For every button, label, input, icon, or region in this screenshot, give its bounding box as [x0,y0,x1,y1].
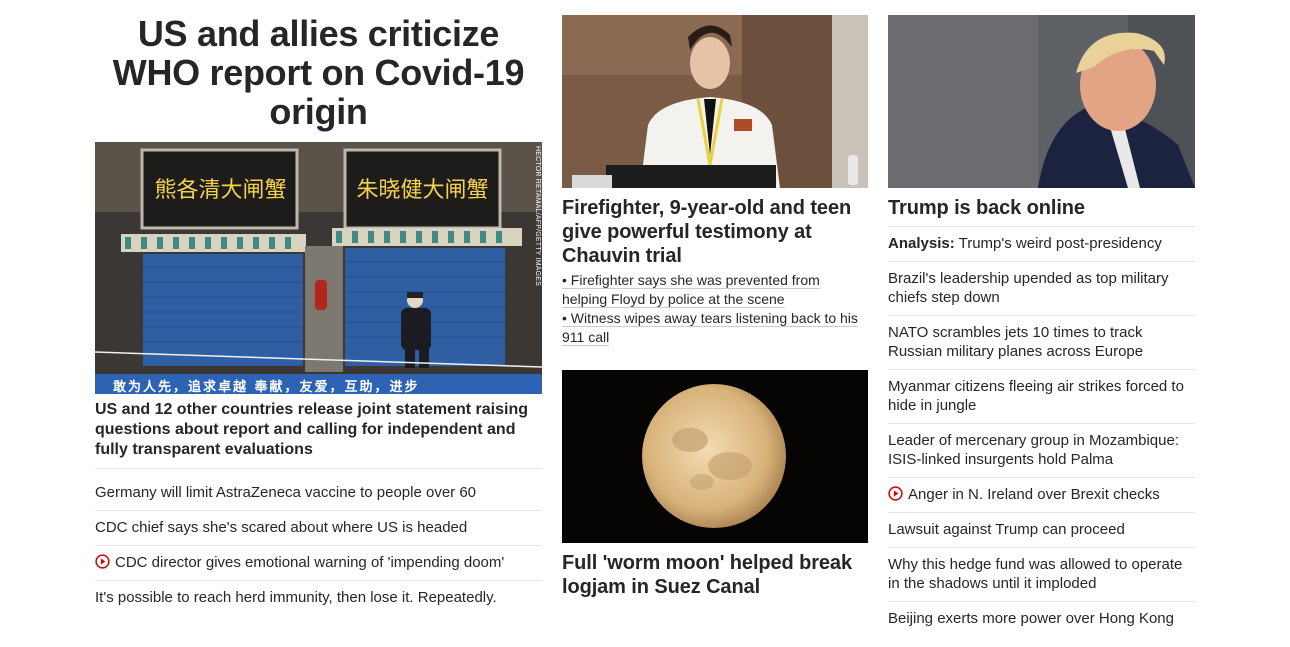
firefighter-headline[interactable]: Firefighter, 9-year-old and teen give po… [562,196,868,268]
firefighter-testimony-image[interactable] [562,15,868,188]
right-headlines-list: Analysis: Trump's weird post-presidency … [888,227,1195,636]
bullet-text[interactable]: • Firefighter says she was prevented fro… [562,272,820,308]
list-item[interactable]: Anger in N. Ireland over Brexit checks [888,478,1195,513]
portrait-illustration [888,15,1195,188]
list-item-text[interactable]: CDC chief says she's scared about where … [95,519,467,536]
bullet-item[interactable]: • Firefighter says she was prevented fro… [562,271,868,309]
lead-description[interactable]: US and 12 other countries release joint … [95,400,542,469]
firefighter-bullets: • Firefighter says she was prevented fro… [562,271,868,347]
play-circle-icon [95,554,110,569]
list-item-text[interactable]: It's possible to reach herd immunity, th… [95,589,497,606]
list-item-text[interactable]: Brazil's leadership upended as top milit… [888,270,1169,306]
lead-related-list: Germany will limit AstraZeneca vaccine t… [95,476,542,615]
list-item[interactable]: NATO scrambles jets 10 times to track Ru… [888,316,1195,370]
list-item[interactable]: Myanmar citizens fleeing air strikes for… [888,370,1195,424]
list-item[interactable]: Analysis: Trump's weird post-presidency [888,227,1195,262]
list-item-text[interactable]: Trump's weird post-presidency [959,235,1162,252]
list-item[interactable]: It's possible to reach herd immunity, th… [95,581,542,615]
list-item-text[interactable]: Beijing exerts more power over Hong Kong [888,610,1174,627]
list-item-text[interactable]: NATO scrambles jets 10 times to track Ru… [888,324,1143,360]
list-item[interactable]: Germany will limit AstraZeneca vaccine t… [95,476,542,511]
trump-headline[interactable]: Trump is back online [888,196,1195,227]
trump-image[interactable] [888,15,1195,188]
photo-credit: HECTOR RETAMAL/AFP/GETTY IMAGES [534,146,541,286]
lead-headline[interactable]: US and allies criticize WHO report on Co… [95,12,542,131]
sign-left-text: 熊各清大闸蟹 [154,178,287,203]
bullet-text[interactable]: • Witness wipes away tears listening bac… [562,310,858,346]
list-item[interactable]: Beijing exerts more power over Hong Kong [888,602,1195,636]
list-item[interactable]: Leader of mercenary group in Mozambique:… [888,424,1195,478]
market-storefront-image[interactable]: 熊各清大闸蟹 朱晓健大闸蟹 敢为人先，追求卓越 奉献，友爱，互助，进步 HECT… [95,142,542,394]
list-item[interactable]: CDC director gives emotional warning of … [95,546,542,581]
list-item[interactable]: Brazil's leadership upended as top milit… [888,262,1195,316]
list-item-text[interactable]: CDC director gives emotional warning of … [115,554,504,571]
worm-moon-headline[interactable]: Full 'worm moon' helped break logjam in … [562,551,868,599]
bullet-item[interactable]: • Witness wipes away tears listening bac… [562,309,868,347]
analysis-label: Analysis: [888,235,955,252]
play-circle-icon [888,486,903,501]
list-item-text[interactable]: Leader of mercenary group in Mozambique:… [888,432,1179,468]
list-item[interactable]: Why this hedge fund was allowed to opera… [888,548,1195,602]
list-item[interactable]: CDC chief says she's scared about where … [95,511,542,546]
list-item-text[interactable]: Myanmar citizens fleeing air strikes for… [888,378,1184,414]
list-item[interactable]: Lawsuit against Trump can proceed [888,513,1195,548]
list-item-text[interactable]: Germany will limit AstraZeneca vaccine t… [95,484,476,501]
list-item-text[interactable]: Why this hedge fund was allowed to opera… [888,556,1182,592]
moon-illustration [562,370,868,543]
list-item-text[interactable]: Lawsuit against Trump can proceed [888,521,1125,538]
courtroom-illustration [562,15,868,188]
banner-text: 敢为人先，追求卓越 奉献，友爱，互助，进步 [113,380,420,394]
sign-right-text: 朱晓健大闸蟹 [356,178,489,203]
lead-story-column: US and allies criticize WHO report on Co… [95,12,542,606]
worm-moon-image[interactable] [562,370,868,543]
list-item-text[interactable]: Anger in N. Ireland over Brexit checks [908,486,1160,503]
